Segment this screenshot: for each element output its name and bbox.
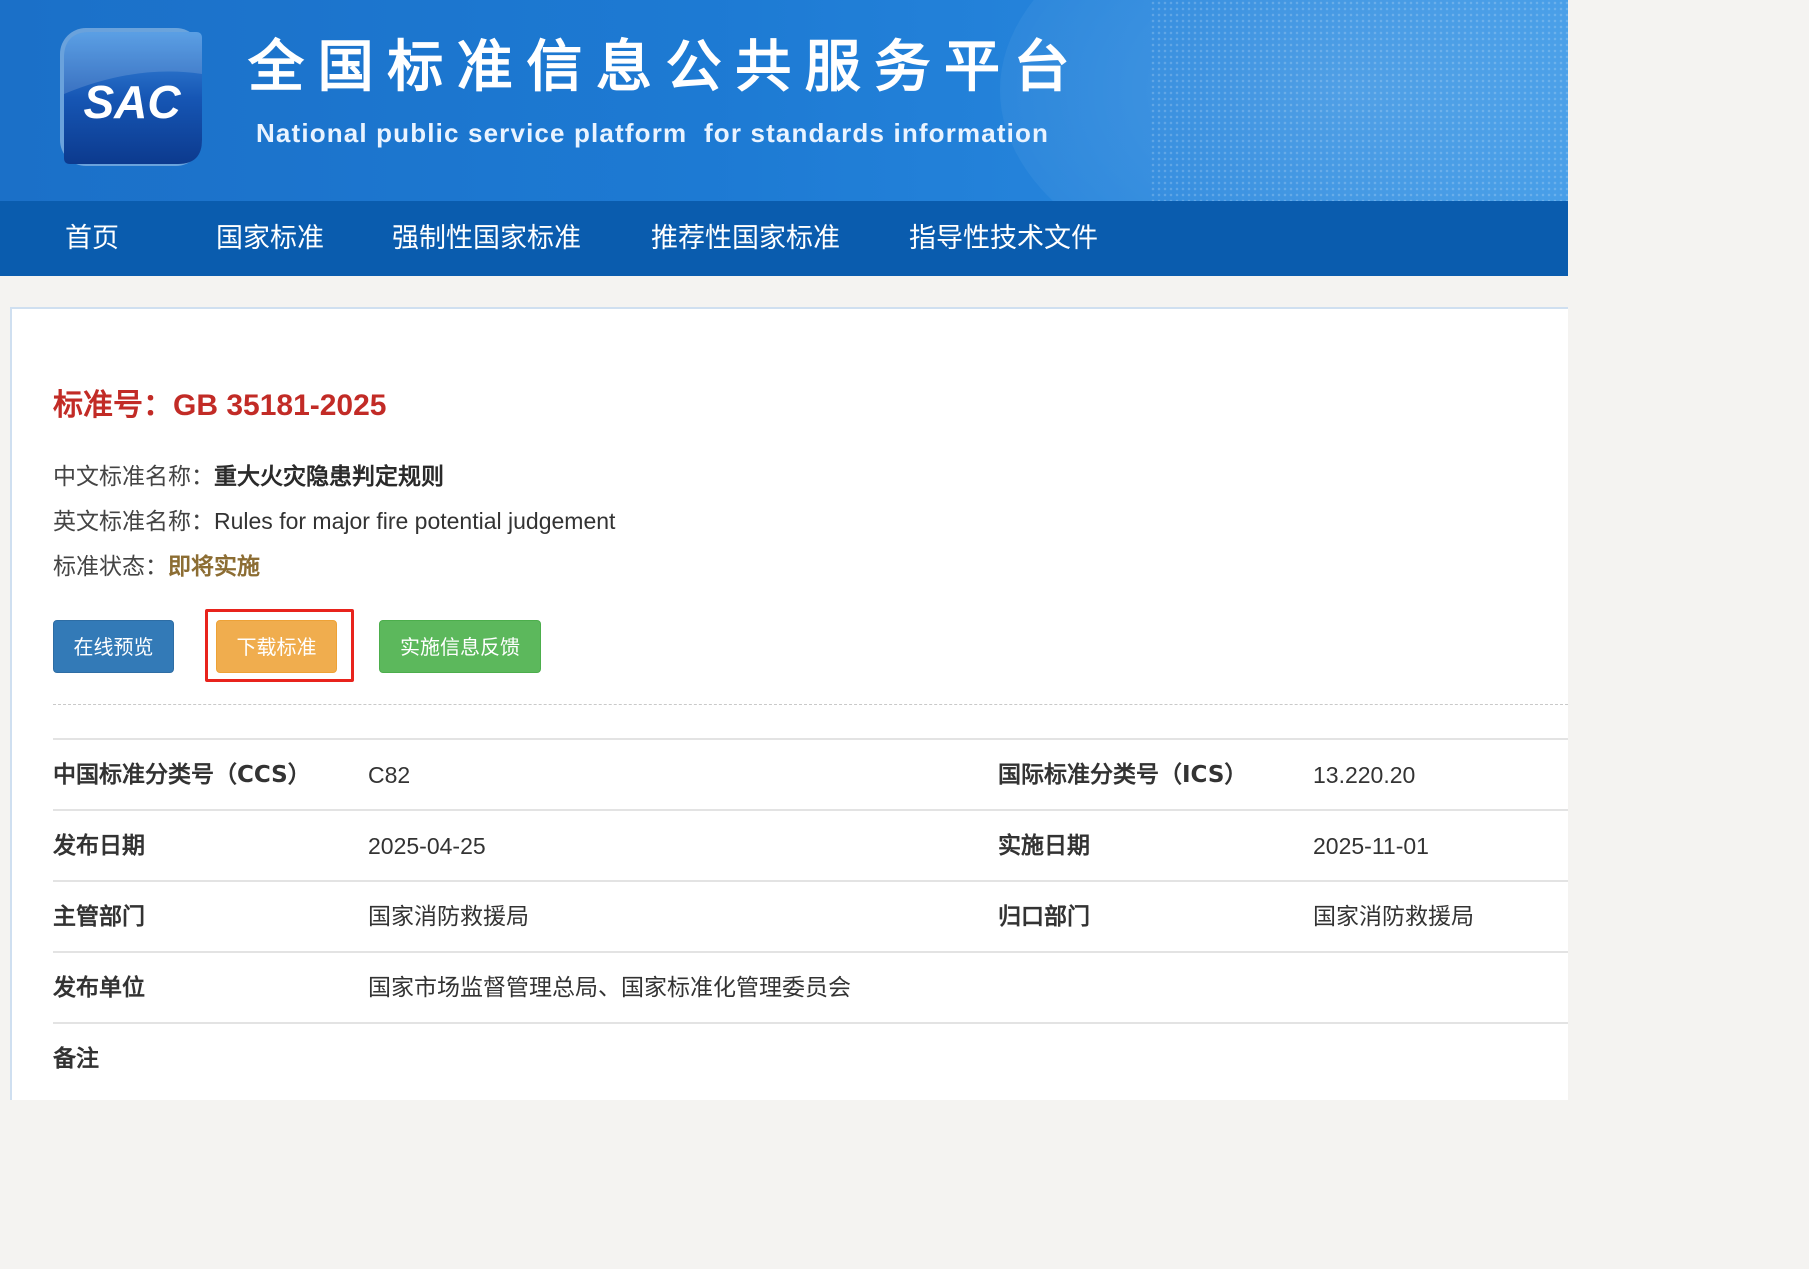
implementation-feedback-button[interactable]: 实施信息反馈	[379, 620, 541, 673]
standard-number-heading: 标准号：GB 35181-2025	[53, 380, 387, 424]
ccs-label: 中国标准分类号（CCS）	[53, 762, 311, 788]
implement-date-value: 2025-11-01	[1313, 833, 1429, 859]
ics-label: 国际标准分类号（ICS）	[998, 762, 1248, 788]
implement-date-label: 实施日期	[998, 833, 1090, 859]
nav-item-recommended-standards[interactable]: 推荐性国家标准	[651, 201, 840, 276]
table-row-divider	[53, 951, 1568, 953]
en-name-label: 英文标准名称：	[53, 509, 214, 535]
sac-logo[interactable]: SAC	[56, 24, 206, 170]
nav-item-home[interactable]: 首页	[65, 201, 119, 276]
cn-name-value: 重大火灾隐患判定规则	[214, 464, 444, 490]
main-nav: 首页 国家标准 强制性国家标准 推荐性国家标准 指导性技术文件	[0, 201, 1568, 276]
en-name-value: Rules for major fire potential judgement	[214, 508, 616, 534]
table-row-divider	[53, 809, 1568, 811]
online-preview-button[interactable]: 在线预览	[53, 620, 174, 673]
site-subtitle: National public service platform for sta…	[256, 118, 1050, 148]
table-row-divider	[53, 880, 1568, 882]
competent-dept-value: 国家消防救援局	[368, 904, 529, 930]
page-viewport: SAC 全国标准信息公共服务平台 National public service…	[0, 0, 1568, 1100]
en-name-row: 英文标准名称：Rules for major fire potential ju…	[53, 502, 615, 536]
remarks-label: 备注	[53, 1046, 99, 1072]
ccs-value: C82	[368, 762, 411, 788]
publish-date-value: 2025-04-25	[368, 833, 486, 859]
ics-value: 13.220.20	[1313, 762, 1416, 788]
download-standard-button[interactable]: 下载标准	[216, 620, 337, 673]
table-row-divider	[53, 1022, 1568, 1024]
status-row: 标准状态：即将实施	[53, 547, 260, 581]
nav-item-mandatory-standards[interactable]: 强制性国家标准	[392, 201, 581, 276]
nav-item-guidance-documents[interactable]: 指导性技术文件	[909, 201, 1098, 276]
cn-name-row: 中文标准名称：重大火灾隐患判定规则	[53, 457, 444, 491]
responsible-dept-value: 国家消防救援局	[1313, 904, 1474, 930]
dashed-divider	[53, 704, 1568, 705]
status-label: 标准状态：	[53, 554, 168, 580]
nav-item-national-standards[interactable]: 国家标准	[216, 201, 324, 276]
logo-text: SAC	[83, 76, 181, 128]
competent-dept-label: 主管部门	[53, 904, 145, 930]
standard-number-value: GB 35181-2025	[173, 389, 387, 422]
publish-date-label: 发布日期	[53, 833, 145, 859]
site-title: 全国标准信息公共服务平台	[248, 35, 1084, 100]
world-map-decoration	[1150, 0, 1568, 201]
publisher-label: 发布单位	[53, 975, 145, 1001]
standard-number-label: 标准号：	[53, 388, 173, 423]
cn-name-label: 中文标准名称：	[53, 464, 214, 490]
status-badge: 即将实施	[168, 554, 260, 580]
sac-logo-icon: SAC	[60, 28, 202, 166]
table-row-divider	[53, 738, 1568, 740]
publisher-value: 国家市场监督管理总局、国家标准化管理委员会	[368, 975, 851, 1001]
site-banner: SAC 全国标准信息公共服务平台 National public service…	[0, 0, 1568, 201]
responsible-dept-label: 归口部门	[998, 904, 1090, 930]
